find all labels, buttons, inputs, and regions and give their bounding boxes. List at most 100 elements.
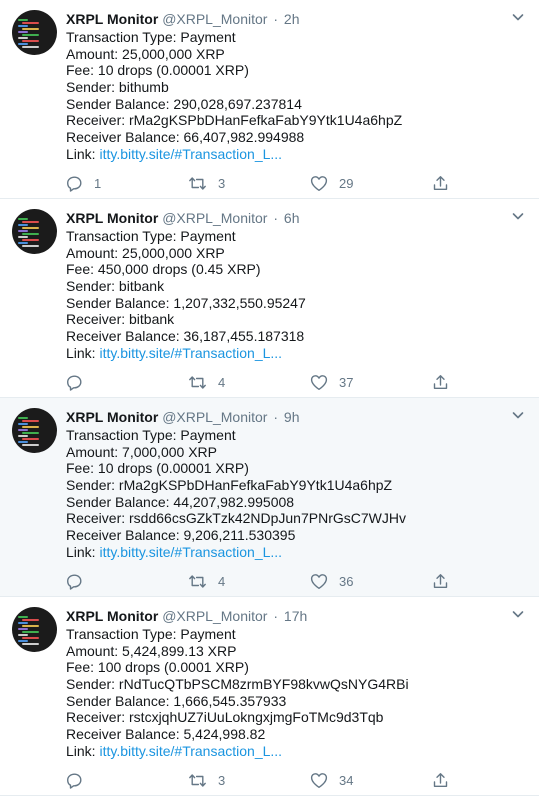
- share-button[interactable]: [432, 174, 449, 192]
- tweet-text-line: Amount: 5,424,899.13 XRP: [66, 642, 237, 659]
- separator-dot: ·: [273, 608, 279, 624]
- user-handle[interactable]: @XRPL_Monitor: [162, 11, 267, 27]
- reply-button[interactable]: 1: [66, 174, 101, 192]
- tweet-text-line: Amount: 25,000,000 XRP: [66, 45, 225, 62]
- tweet-text-line: Sender: rNdTucQTbPSCM8zrmBYF98kvwQsNYG4R…: [66, 676, 409, 693]
- share-icon: [432, 772, 449, 789]
- display-name[interactable]: XRPL Monitor: [66, 409, 158, 425]
- avatar-detail: [18, 417, 28, 419]
- avatar[interactable]: [12, 408, 57, 453]
- avatar-detail: [22, 426, 39, 428]
- timestamp[interactable]: 2h: [284, 11, 300, 27]
- tweet-text-line: Transaction Type: Payment: [66, 29, 236, 45]
- avatar[interactable]: [12, 607, 57, 652]
- avatar-detail: [22, 637, 39, 639]
- tweet-text-line: Receiver: rstcxjqhUZ7iUuLokngxjmgFoTMc9d…: [66, 709, 384, 726]
- retweet-button[interactable]: 3: [188, 771, 225, 789]
- tweet-link[interactable]: itty.bitty.site/#Transaction_L...: [99, 146, 282, 162]
- tweet-text-line: Sender Balance: 44,207,982.995008: [66, 493, 295, 510]
- reply-button[interactable]: [66, 373, 94, 391]
- tweet-content: XRPL Monitor @XRPL_Monitor · 17h Transac…: [66, 607, 499, 760]
- avatar-detail: [22, 643, 39, 645]
- avatar[interactable]: [12, 209, 57, 254]
- timestamp[interactable]: 9h: [284, 409, 300, 425]
- tweet-text-line: Receiver Balance: 5,424,998.82: [66, 726, 266, 743]
- like-button[interactable]: 34: [310, 771, 353, 789]
- avatar-detail: [22, 221, 39, 223]
- avatar-detail: [22, 239, 39, 241]
- display-name[interactable]: XRPL Monitor: [66, 608, 158, 624]
- like-button[interactable]: 29: [310, 174, 353, 192]
- like-count: 36: [339, 573, 354, 589]
- share-button[interactable]: [432, 572, 449, 590]
- tweet-header: XRPL Monitor @XRPL_Monitor · 6h: [66, 209, 499, 228]
- tweet[interactable]: XRPL Monitor @XRPL_Monitor · 2h Transact…: [0, 0, 539, 199]
- retweet-button[interactable]: 4: [188, 373, 225, 391]
- tweet[interactable]: XRPL Monitor @XRPL_Monitor · 6h Transact…: [0, 199, 539, 398]
- avatar-detail: [22, 28, 39, 30]
- retweet-button[interactable]: 3: [188, 174, 225, 192]
- chevron-down-icon[interactable]: [511, 10, 525, 24]
- tweet-text-line: Amount: 25,000,000 XRP: [66, 244, 225, 261]
- retweet-count: 4: [218, 573, 226, 589]
- tweet-actions: 3 34: [66, 771, 456, 791]
- retweet-icon: [188, 573, 207, 590]
- avatar-detail: [18, 19, 28, 21]
- avatar-detail: [22, 625, 39, 627]
- tweet-text-line: Fee: 450,000 drops (0.45 XRP): [66, 261, 261, 278]
- user-handle[interactable]: @XRPL_Monitor: [162, 409, 267, 425]
- user-handle[interactable]: @XRPL_Monitor: [162, 608, 267, 624]
- reply-icon: [66, 573, 83, 590]
- user-handle[interactable]: @XRPL_Monitor: [162, 210, 267, 226]
- chevron-down-icon[interactable]: [511, 408, 525, 422]
- avatar-detail: [18, 230, 28, 232]
- tweet-link-line: Link: itty.bitty.site/#Transaction_L...: [66, 146, 499, 163]
- tweet-actions: 1 3 29: [66, 174, 456, 194]
- reply-button[interactable]: [66, 771, 94, 789]
- separator-dot: ·: [273, 11, 279, 27]
- retweet-count: 4: [218, 374, 226, 390]
- tweet-text-line: Sender: rMa2gKSPbDHanFefkaFabY9Ytk1U4a6h…: [66, 477, 393, 494]
- avatar-detail: [22, 619, 39, 621]
- tweet-content: XRPL Monitor @XRPL_Monitor · 2h Transact…: [66, 10, 499, 163]
- tweet[interactable]: XRPL Monitor @XRPL_Monitor · 17h Transac…: [0, 597, 539, 796]
- tweet-body: Transaction Type: Payment Amount: 25,000,…: [66, 228, 499, 362]
- reply-icon: [66, 175, 83, 192]
- timestamp[interactable]: 6h: [284, 210, 300, 226]
- tweet-text-line: Sender: bithumb: [66, 79, 169, 96]
- tweet[interactable]: XRPL Monitor @XRPL_Monitor · 9h Transact…: [0, 398, 539, 597]
- chevron-down-icon[interactable]: [511, 607, 525, 621]
- tweet-text-line: Receiver: rsdd66csGZkTzk42NDpJun7PNrGsC7…: [66, 510, 406, 527]
- avatar-detail: [18, 441, 28, 443]
- reply-button[interactable]: [66, 572, 94, 590]
- tweet-text-line: Sender Balance: 1,207,332,550.95247: [66, 294, 306, 311]
- avatar-detail: [18, 37, 28, 39]
- tweet-link[interactable]: itty.bitty.site/#Transaction_L...: [99, 345, 282, 361]
- heart-icon: [310, 175, 328, 192]
- link-label: Link:: [66, 742, 100, 759]
- avatar-detail: [18, 423, 28, 425]
- share-button[interactable]: [432, 771, 449, 789]
- retweet-button[interactable]: 4: [188, 572, 225, 590]
- tweet-text-line: Amount: 7,000,000 XRP: [66, 443, 217, 460]
- like-button[interactable]: 37: [310, 373, 353, 391]
- display-name[interactable]: XRPL Monitor: [66, 11, 158, 27]
- timestamp[interactable]: 17h: [284, 608, 307, 624]
- display-name[interactable]: XRPL Monitor: [66, 210, 158, 226]
- chevron-down-icon[interactable]: [511, 209, 525, 223]
- avatar[interactable]: [12, 10, 57, 55]
- avatar-detail: [22, 40, 39, 42]
- avatar-detail: [18, 25, 28, 27]
- tweet-link[interactable]: itty.bitty.site/#Transaction_L...: [99, 743, 282, 759]
- share-button[interactable]: [432, 373, 449, 391]
- tweet-link[interactable]: itty.bitty.site/#Transaction_L...: [99, 544, 282, 560]
- like-button[interactable]: 36: [310, 572, 353, 590]
- avatar-detail: [18, 622, 28, 624]
- avatar-detail: [18, 224, 28, 226]
- tweet-body: Transaction Type: Payment Amount: 25,000,…: [66, 29, 499, 163]
- avatar-detail: [22, 34, 39, 36]
- avatar-detail: [18, 628, 28, 630]
- tweet-text-line: Sender Balance: 290,028,697.237814: [66, 95, 302, 112]
- avatar-detail: [18, 242, 28, 244]
- tweet-feed: XRPL Monitor @XRPL_Monitor · 2h Transact…: [0, 0, 539, 796]
